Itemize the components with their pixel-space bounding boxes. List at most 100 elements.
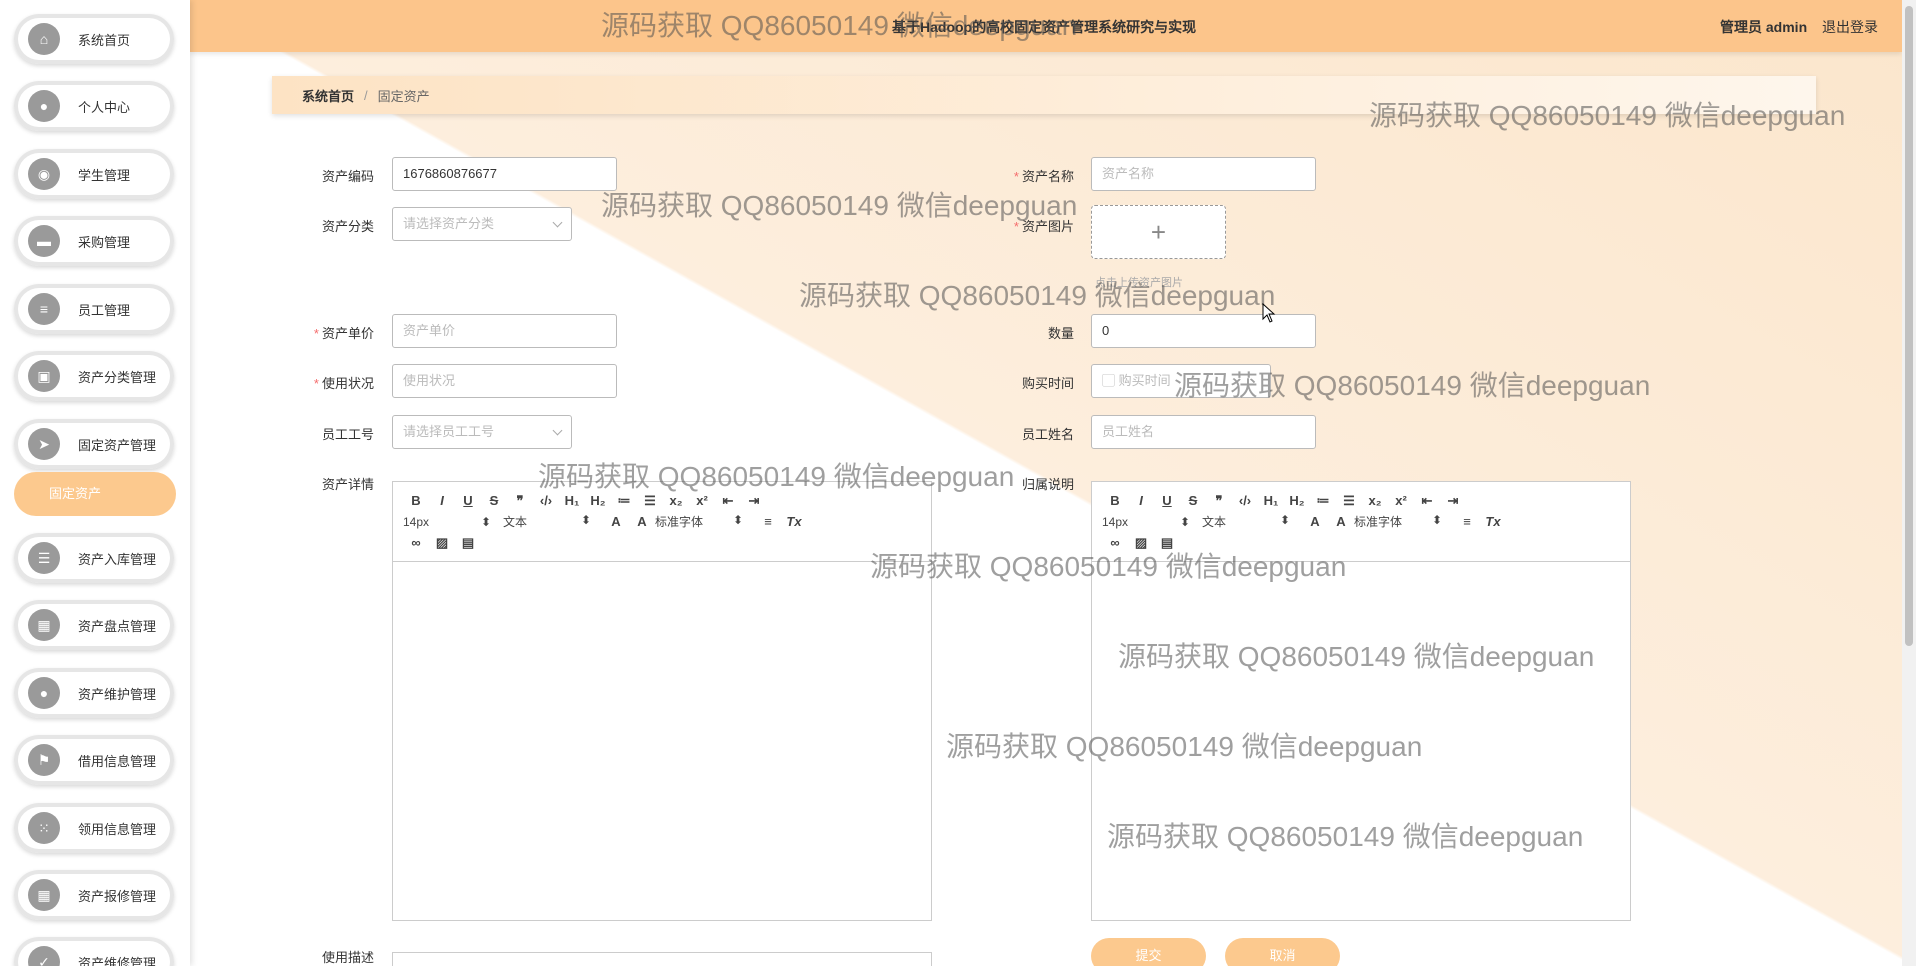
- bullet-list-icon[interactable]: ☰: [1336, 493, 1362, 509]
- heading-select[interactable]: 文本 ⬍: [1202, 513, 1302, 530]
- bullet-list-icon[interactable]: ☰: [637, 493, 663, 509]
- ordered-list-icon[interactable]: ≔: [611, 493, 637, 509]
- scrollbar-thumb[interactable]: [1905, 6, 1913, 646]
- sidebar-item-profile[interactable]: ● 个人中心: [14, 81, 174, 131]
- link-icon[interactable]: ∞: [1102, 535, 1128, 550]
- person-icon: ●: [28, 677, 60, 709]
- cancel-button[interactable]: 取消: [1225, 938, 1340, 966]
- mouse-cursor-icon: [1262, 303, 1276, 323]
- indent-icon[interactable]: ⇥: [741, 493, 767, 509]
- usage-status-input[interactable]: 使用状况: [392, 364, 617, 398]
- page-scrollbar[interactable]: [1902, 0, 1916, 966]
- sidebar-item-label: 员工管理: [78, 302, 131, 318]
- sidebar-item-label: 资产维修管理: [78, 955, 157, 966]
- font-size-select[interactable]: 14px ⬍: [1102, 515, 1202, 529]
- grid-icon: ▦: [28, 879, 60, 911]
- italic-icon[interactable]: I: [1128, 493, 1154, 508]
- sidebar-item-borrow[interactable]: ⚑ 借用信息管理: [14, 735, 174, 785]
- unit-price-input[interactable]: 资产单价: [392, 314, 617, 348]
- font-family-select[interactable]: 标准字体 ⬍: [655, 513, 755, 530]
- employee-no-select[interactable]: 请选择员工工号: [392, 415, 572, 449]
- superscript-icon[interactable]: x²: [1388, 493, 1414, 508]
- employee-name-input[interactable]: 员工姓名: [1091, 415, 1316, 449]
- sidebar-item-label: 系统首页: [78, 32, 131, 48]
- font-color-icon[interactable]: A: [1302, 514, 1328, 529]
- bold-icon[interactable]: B: [403, 493, 429, 508]
- editor-content[interactable]: [1092, 562, 1630, 920]
- sidebar-item-repair[interactable]: ✓ 资产维修管理: [14, 937, 174, 966]
- sidebar-item-purchase[interactable]: ▬ 采购管理: [14, 216, 174, 266]
- font-color-icon[interactable]: A: [603, 514, 629, 529]
- sidebar-item-category[interactable]: ▣ 资产分类管理: [14, 351, 174, 401]
- printer-icon: ▣: [28, 360, 60, 392]
- background-color-icon[interactable]: A: [629, 514, 655, 529]
- image-upload-button[interactable]: +: [1091, 205, 1226, 259]
- editor-content[interactable]: [393, 562, 931, 920]
- sidebar-item-report-repair[interactable]: ▦ 资产报修管理: [14, 870, 174, 920]
- code-icon[interactable]: ‹/›: [1232, 493, 1258, 508]
- bold-icon[interactable]: B: [1102, 493, 1128, 508]
- submenu-fixed-asset[interactable]: 固定资产: [14, 472, 176, 516]
- align-icon[interactable]: ≡: [1454, 514, 1480, 529]
- strike-icon[interactable]: S: [481, 493, 507, 508]
- code-icon[interactable]: ‹/›: [533, 493, 559, 508]
- sidebar-item-fixed-assets[interactable]: ➤ 固定资产管理: [14, 419, 174, 469]
- link-icon[interactable]: ∞: [403, 535, 429, 550]
- outdent-icon[interactable]: ⇤: [715, 493, 741, 509]
- italic-icon[interactable]: I: [429, 493, 455, 508]
- heading-select[interactable]: 文本 ⬍: [503, 513, 603, 530]
- usage-status-label: * 使用状况: [313, 376, 374, 391]
- sidebar-item-label: 资产分类管理: [78, 369, 157, 385]
- image-icon[interactable]: ▨: [1128, 535, 1154, 551]
- usage-desc-editor[interactable]: [392, 952, 932, 966]
- sidebar-item-maintenance[interactable]: ● 资产维护管理: [14, 668, 174, 718]
- briefcase-icon: ▬: [28, 225, 60, 257]
- sidebar-item-students[interactable]: ◉ 学生管理: [14, 149, 174, 199]
- quantity-input[interactable]: 0: [1091, 314, 1316, 348]
- user-icon: ●: [28, 90, 60, 122]
- strike-icon[interactable]: S: [1180, 493, 1206, 508]
- h2-icon[interactable]: H₂: [585, 493, 611, 508]
- ownership-desc-editor: B I U S ❞ ‹/› H₁ H₂ ≔ ☰ x₂ x² ⇤ ⇥ 14px ⬍ …: [1091, 481, 1631, 921]
- align-icon[interactable]: ≡: [755, 514, 781, 529]
- h1-icon[interactable]: H₁: [1258, 493, 1284, 508]
- font-family-select[interactable]: 标准字体 ⬍: [1354, 513, 1454, 530]
- submit-button[interactable]: 提交: [1091, 938, 1206, 966]
- clear-format-icon[interactable]: Tx: [781, 514, 807, 529]
- ordered-list-icon[interactable]: ≔: [1310, 493, 1336, 509]
- indent-icon[interactable]: ⇥: [1440, 493, 1466, 509]
- sidebar-item-home[interactable]: ⌂ 系统首页: [14, 14, 174, 64]
- outdent-icon[interactable]: ⇤: [1414, 493, 1440, 509]
- purchase-time-picker[interactable]: ▢ 购买时间: [1091, 364, 1271, 398]
- asset-code-input[interactable]: 1676860876677: [392, 157, 617, 191]
- grid-icon: ▦: [28, 609, 60, 641]
- subscript-icon[interactable]: x₂: [663, 493, 689, 508]
- sidebar-item-label: 采购管理: [78, 234, 131, 250]
- chevron-down-icon: [552, 425, 563, 436]
- background-color-icon[interactable]: A: [1328, 514, 1354, 529]
- sidebar-item-inventory[interactable]: ▦ 资产盘点管理: [14, 600, 174, 650]
- sidebar-item-stock-in[interactable]: ☰ 资产入库管理: [14, 533, 174, 583]
- video-icon[interactable]: ▤: [455, 535, 481, 551]
- sidebar-item-receive[interactable]: ⁙ 领用信息管理: [14, 803, 174, 853]
- video-icon[interactable]: ▤: [1154, 535, 1180, 551]
- sidebar-item-label: 资产维护管理: [78, 686, 157, 702]
- subscript-icon[interactable]: x₂: [1362, 493, 1388, 508]
- asset-name-input[interactable]: 资产名称: [1091, 157, 1316, 191]
- sidebar-item-label: 个人中心: [78, 99, 131, 115]
- h2-icon[interactable]: H₂: [1284, 493, 1310, 508]
- asset-code-label: 资产编码: [321, 169, 374, 184]
- quote-icon[interactable]: ❞: [507, 493, 533, 509]
- h1-icon[interactable]: H₁: [559, 493, 585, 508]
- underline-icon[interactable]: U: [1154, 493, 1180, 508]
- underline-icon[interactable]: U: [455, 493, 481, 508]
- asset-category-select[interactable]: 请选择资产分类: [392, 207, 572, 241]
- image-icon[interactable]: ▨: [429, 535, 455, 551]
- clear-format-icon[interactable]: Tx: [1480, 514, 1506, 529]
- superscript-icon[interactable]: x²: [689, 493, 715, 508]
- sidebar-item-staff[interactable]: ≡ 员工管理: [14, 284, 174, 334]
- sidebar-item-label: 资产盘点管理: [78, 618, 157, 634]
- font-size-select[interactable]: 14px ⬍: [403, 515, 503, 529]
- quote-icon[interactable]: ❞: [1206, 493, 1232, 509]
- upload-tip: 点击上传资产图片: [1095, 277, 1183, 289]
